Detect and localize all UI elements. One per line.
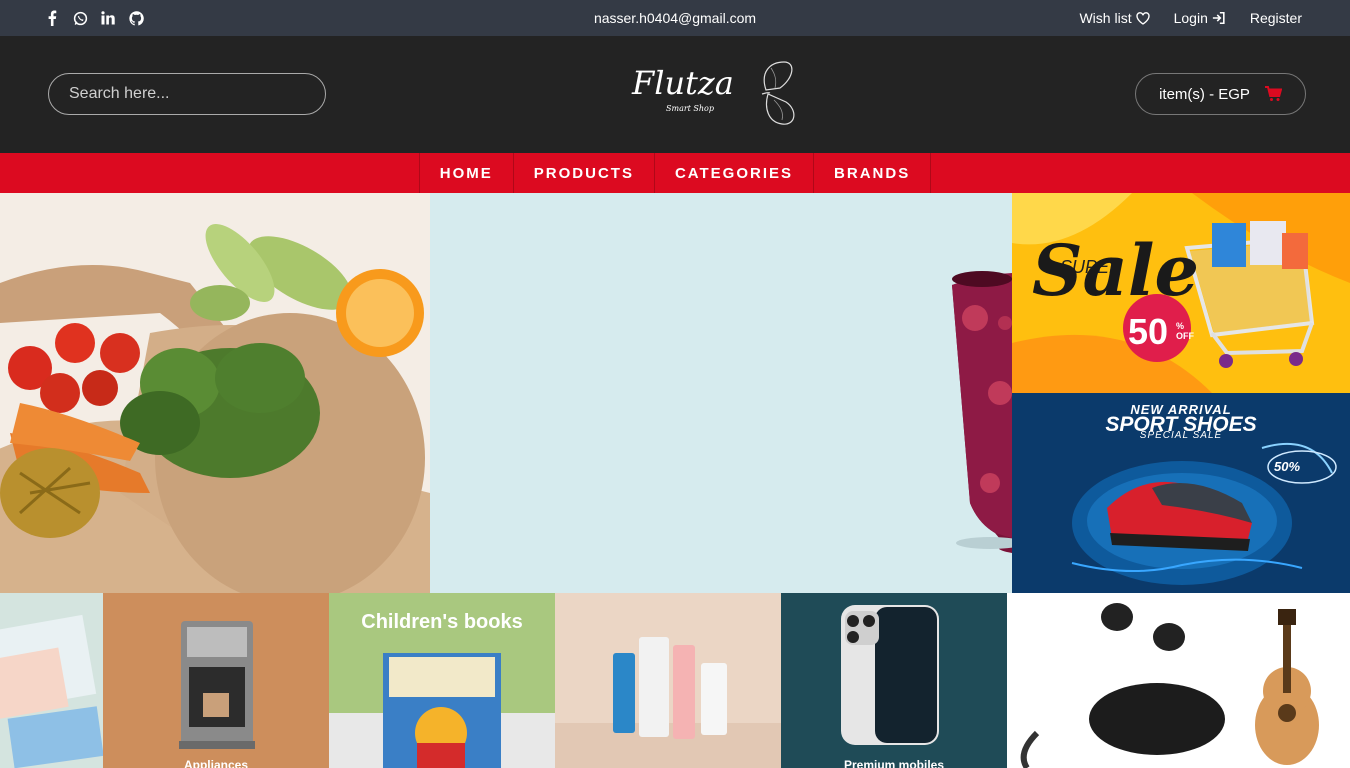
site-header: Flutza Smart Shop item(s) - EGP (0, 36, 1350, 153)
cart-button[interactable]: item(s) - EGP (1135, 73, 1306, 115)
main-nav: HOME PRODUCTS CATEGORIES BRANDS (0, 153, 1350, 193)
login-link[interactable]: Login (1174, 10, 1226, 26)
brand-logo[interactable]: Flutza Smart Shop (628, 58, 803, 130)
cart-label: item(s) - EGP (1159, 85, 1250, 103)
category-label-mobiles: Premium mobiles (843, 758, 945, 768)
nav-products[interactable]: PRODUCTS (512, 153, 654, 193)
register-label: Register (1249, 10, 1302, 26)
category-card-mobiles[interactable]: Premium mobiles (781, 593, 1007, 768)
skincare-products-image (555, 593, 781, 768)
coffee-machine-image (103, 593, 329, 768)
smartphone-image (781, 593, 1007, 768)
category-label-appliances: Appliances (183, 758, 249, 768)
sale-title-text: Sale (1032, 229, 1200, 312)
nav-brands[interactable]: BRANDS (813, 153, 932, 193)
top-bar: nasser.h0404@gmail.com Wish list Login R… (0, 0, 1350, 36)
category-label-books: Children's books (361, 611, 523, 633)
earbuds-guitar-image (1007, 593, 1350, 768)
sign-in-icon (1212, 11, 1225, 25)
nav-categories[interactable]: CATEGORIES (653, 153, 813, 193)
groceries-image (0, 193, 430, 593)
logo-text: Flutza (632, 64, 734, 102)
login-label: Login (1173, 10, 1208, 26)
category-card-appliances[interactable]: Appliances (103, 593, 329, 768)
shoes-sub-text: SPECIAL SALE (1139, 430, 1223, 441)
search-input[interactable] (48, 73, 326, 115)
nav-home[interactable]: HOME (418, 153, 513, 193)
baby-products-image (0, 593, 103, 768)
sale-off-text: % OFF (1176, 321, 1194, 341)
hero-main-banner[interactable] (430, 193, 1012, 593)
product-cup-image (430, 193, 1012, 593)
category-card-books[interactable]: Children's books (329, 593, 555, 768)
account-links: Wish list Login Register (1079, 10, 1302, 26)
wishlist-link[interactable]: Wish list (1079, 10, 1150, 26)
category-card-baby[interactable] (0, 593, 103, 768)
logo-subtitle: Smart Shop (666, 104, 714, 113)
hero-slider-image[interactable] (0, 193, 430, 593)
category-card-beauty[interactable] (555, 593, 781, 768)
butterfly-icon (761, 61, 795, 125)
shoes-promo-banner[interactable]: NEW ARRIVAL SPORT SHOES SPECIAL SALE 50% (1012, 393, 1350, 593)
cart-icon (1264, 86, 1282, 101)
shoes-percent-text: 50% (1274, 459, 1301, 474)
sale-percent-text: 50 (1128, 311, 1169, 352)
sale-promo-banner[interactable]: SUPER Sale 50 % OFF (1012, 193, 1350, 393)
register-link[interactable]: Register (1250, 10, 1302, 26)
category-card-electronics[interactable] (1007, 593, 1350, 768)
heart-icon (1135, 11, 1150, 25)
wishlist-label: Wish list (1079, 10, 1132, 26)
